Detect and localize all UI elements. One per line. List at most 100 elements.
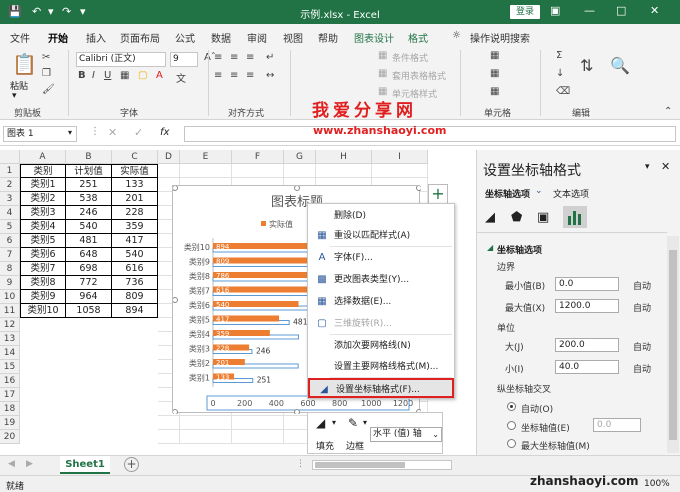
fill-line-icon[interactable]: ◢ (485, 210, 495, 225)
grid-cell[interactable] (180, 164, 232, 178)
cond-format-button[interactable]: 条件格式 (392, 51, 428, 64)
align-middle-icon[interactable]: ≡ (230, 52, 238, 63)
grid-cell[interactable] (232, 416, 284, 430)
effects-icon[interactable]: ⬟ (511, 210, 522, 225)
chart-element-select[interactable]: 水平 (值) 轴 ⌄ (370, 427, 442, 442)
minor-input[interactable]: 40.0 (555, 360, 619, 374)
row-header[interactable]: 12 (0, 318, 20, 332)
row-header[interactable]: 3 (0, 192, 20, 206)
minor-auto[interactable]: 自动 (633, 362, 651, 375)
clear-icon[interactable]: ⌫ (556, 86, 570, 97)
row-header[interactable]: 11 (0, 304, 20, 318)
align-bottom-icon[interactable]: ≡ (246, 52, 254, 63)
add-sheet-icon[interactable]: + (124, 457, 139, 472)
minimize-icon[interactable]: — (584, 4, 595, 17)
table-cell[interactable]: 648 (66, 248, 112, 262)
axis-options-dropdown-icon[interactable]: ⌄ (535, 186, 543, 196)
paste-dropdown-icon[interactable]: ▾ (12, 91, 17, 101)
table-cell[interactable]: 540 (66, 220, 112, 234)
column-header[interactable]: H (316, 150, 372, 164)
cross-value-radio[interactable] (507, 421, 516, 430)
merge-icon[interactable]: ↔ (266, 70, 274, 81)
pane-scrollbar[interactable] (667, 236, 679, 453)
align-center-icon[interactable]: ≡ (230, 70, 238, 81)
grid-cell[interactable] (372, 164, 428, 178)
column-header[interactable]: C (112, 150, 158, 164)
section-collapse-icon[interactable]: ◢ (487, 243, 493, 252)
select-all[interactable] (0, 150, 20, 164)
enter-icon[interactable]: ✓ (134, 126, 143, 139)
row-header[interactable]: 18 (0, 402, 20, 416)
column-header[interactable]: F (232, 150, 284, 164)
column-header[interactable]: A (20, 150, 66, 164)
context-menu-item[interactable]: ▩ 更改图表类型(Y)... (308, 270, 454, 290)
row-header[interactable]: 2 (0, 178, 20, 192)
login-button[interactable]: 登录 (510, 5, 540, 19)
tab-file[interactable]: 文件 (10, 30, 30, 45)
row-header[interactable]: 10 (0, 290, 20, 304)
column-header[interactable]: E (180, 150, 232, 164)
table-cell[interactable]: 类别3 (20, 206, 66, 220)
italic-icon[interactable]: I (92, 70, 95, 81)
tab-formulas[interactable]: 公式 (175, 30, 195, 45)
context-menu-item[interactable]: ▢ 三维旋转(R)... (308, 314, 454, 334)
column-header[interactable]: D (158, 150, 180, 164)
table-cell[interactable]: 类别4 (20, 220, 66, 234)
table-cell[interactable]: 类别6 (20, 248, 66, 262)
tab-page-layout[interactable]: 页面布局 (120, 30, 160, 45)
table-format-button[interactable]: 套用表格格式 (392, 69, 446, 82)
pane-scrollbar-thumb[interactable] (669, 250, 677, 440)
row-header[interactable]: 4 (0, 206, 20, 220)
pane-options-icon[interactable]: ▾ (645, 162, 650, 172)
grid-cell[interactable] (232, 164, 284, 178)
grid-cell[interactable] (158, 430, 180, 444)
fill-bucket-icon[interactable]: ◢ (316, 416, 325, 430)
phonetic-icon[interactable]: 文 (176, 70, 186, 85)
column-header[interactable]: G (284, 150, 316, 164)
chart-elements-button[interactable]: + (428, 184, 448, 204)
table-header-cell[interactable]: 实际值 (112, 164, 158, 178)
table-cell[interactable]: 246 (66, 206, 112, 220)
align-right-icon[interactable]: ≡ (246, 70, 254, 81)
table-cell[interactable]: 964 (66, 290, 112, 304)
table-cell[interactable]: 538 (66, 192, 112, 206)
font-name-select[interactable]: Calibri (正文) (76, 52, 166, 67)
tab-view[interactable]: 视图 (283, 30, 303, 45)
min-input[interactable]: 0.0 (555, 277, 619, 291)
zoom-level[interactable]: 100% (644, 479, 670, 489)
section-axis-options[interactable]: 坐标轴选项 (497, 243, 542, 256)
table-cell[interactable]: 类别7 (20, 262, 66, 276)
cancel-icon[interactable]: ✕ (108, 126, 117, 139)
name-box-dropdown-icon[interactable]: ▾ (68, 128, 72, 137)
table-cell[interactable]: 类别9 (20, 290, 66, 304)
major-auto[interactable]: 自动 (633, 340, 651, 353)
maximize-icon[interactable]: □ (616, 4, 626, 17)
sum-icon[interactable]: Σ (556, 50, 562, 61)
cross-value-input[interactable]: 0.0 (593, 418, 641, 432)
column-header[interactable]: I (372, 150, 428, 164)
row-header[interactable]: 5 (0, 220, 20, 234)
context-menu-item[interactable]: ◢ 设置坐标轴格式(F)... (308, 378, 454, 398)
table-cell[interactable]: 251 (66, 178, 112, 192)
axis-options-icon[interactable] (563, 206, 587, 228)
fill-icon[interactable]: ↓ (556, 68, 564, 79)
grid-cell[interactable] (158, 164, 180, 178)
ribbon-display-icon[interactable]: ▣ (550, 4, 560, 17)
align-top-icon[interactable]: ≡ (214, 52, 222, 63)
major-input[interactable]: 200.0 (555, 338, 619, 352)
more-sheets-icon[interactable]: ⋮ (296, 459, 305, 469)
row-header[interactable]: 13 (0, 332, 20, 346)
grid-cell[interactable] (232, 430, 284, 444)
table-cell[interactable]: 类别1 (20, 178, 66, 192)
horizontal-scrollbar-thumb[interactable] (315, 462, 405, 468)
pane-close-icon[interactable]: ✕ (661, 160, 670, 173)
context-menu-item[interactable]: 添加次要网格线(N) (308, 336, 454, 356)
column-header[interactable]: B (66, 150, 112, 164)
tab-format[interactable]: 格式 (408, 30, 428, 45)
row-header[interactable]: 1 (0, 164, 20, 178)
search-hint[interactable]: 操作说明搜索 (470, 30, 530, 45)
table-cell[interactable]: 417 (112, 234, 158, 248)
sheet-next-icon[interactable]: ▶ (26, 459, 33, 469)
tab-text-options[interactable]: 文本选项 (553, 187, 589, 200)
border-icon[interactable]: ▦ (120, 70, 129, 81)
